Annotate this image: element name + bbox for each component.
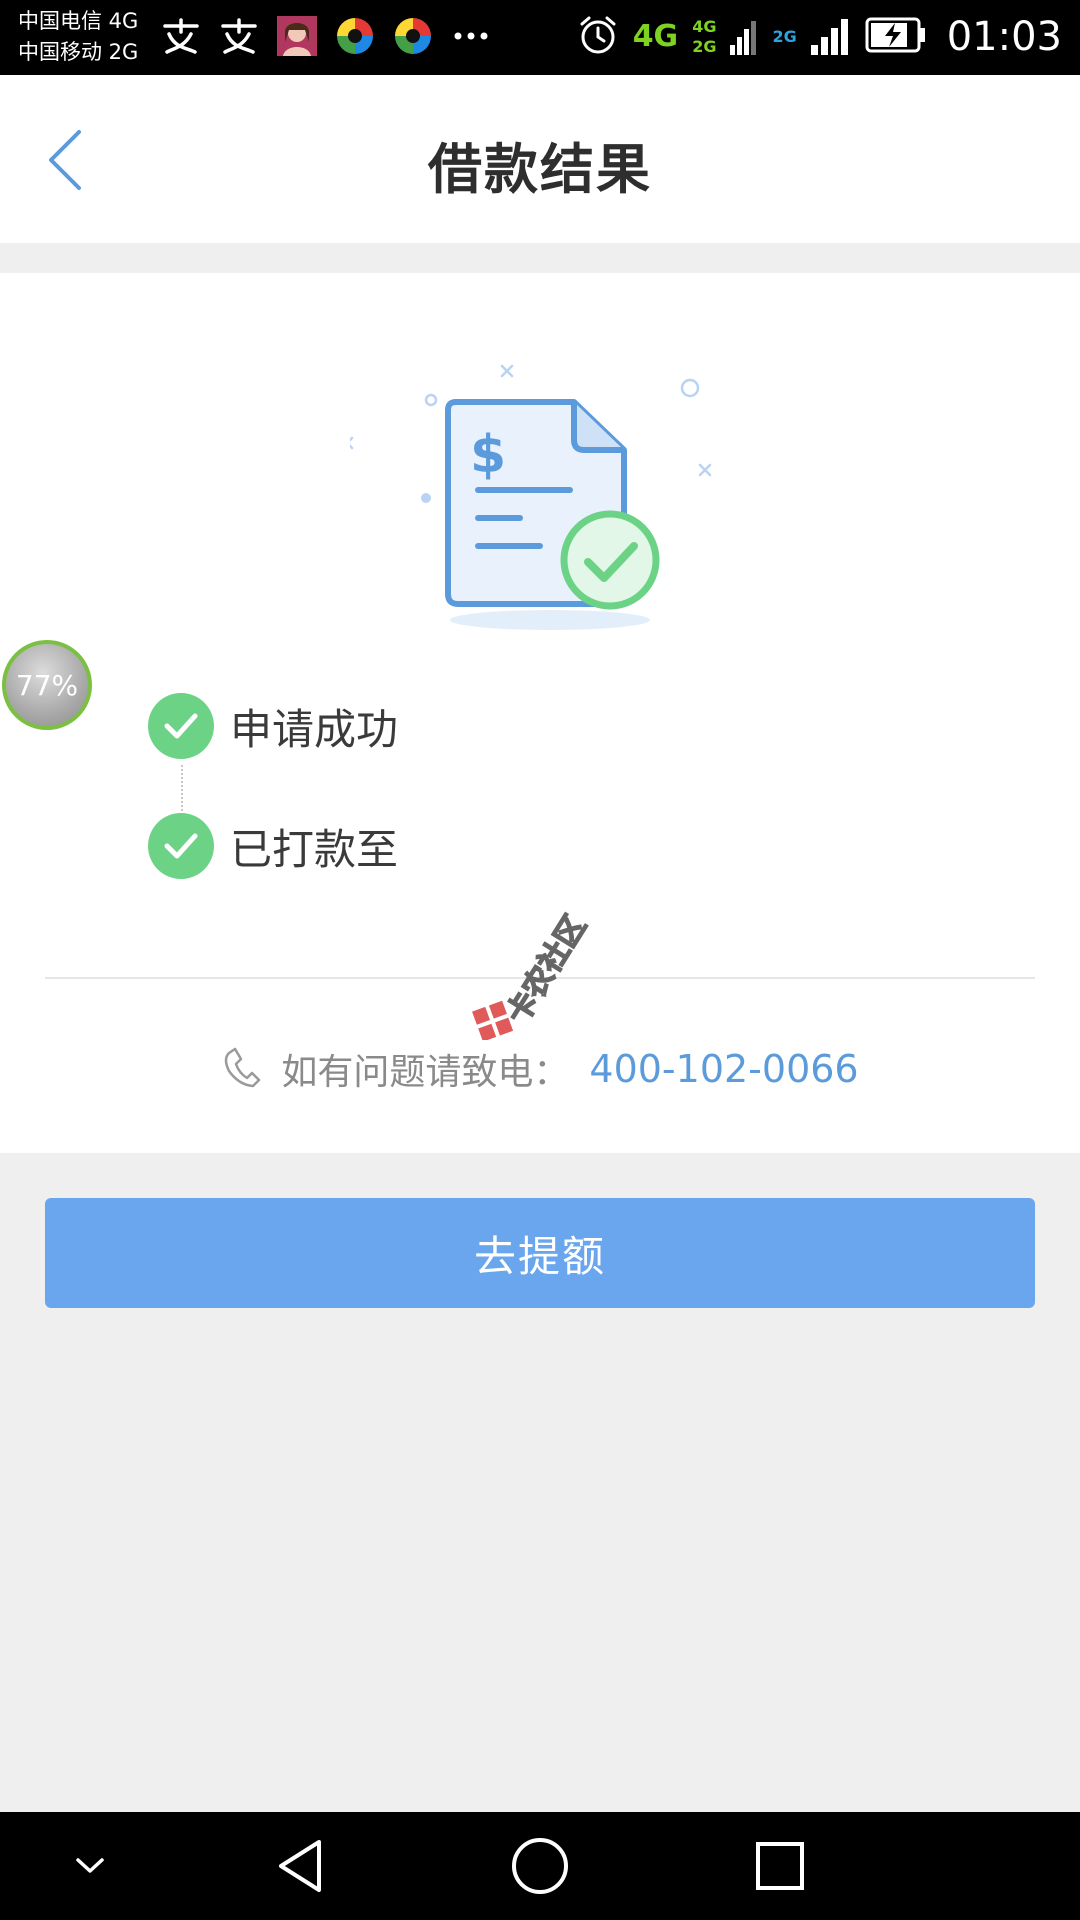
battery-icon (865, 17, 927, 57)
loan-document-icon: $ (350, 364, 712, 630)
circle-home-icon (512, 1838, 568, 1894)
nav-back-button[interactable] (240, 1812, 360, 1920)
chevron-down-icon (76, 1858, 104, 1873)
contact-phone-link[interactable]: 400-102-0066 (589, 1047, 858, 1091)
step-paid: 已打款至 (148, 813, 398, 879)
signal-sim2-icon (810, 15, 851, 59)
avatar-icon (276, 14, 318, 58)
network-sim1: 4G 2G (692, 17, 717, 56)
step-label: 申请成功 (230, 704, 399, 754)
page-title: 借款结果 (428, 138, 652, 201)
status-right: 4G 4G 2G 2G 01:03 (577, 8, 1062, 66)
header: 借款结果 (0, 75, 1080, 243)
nav-hide-button[interactable] (30, 1812, 150, 1920)
screen: 中国电信 4G 中国移动 2G 4G 4G 2G 2G 01:03 借款结果 $… (0, 0, 1080, 1920)
floating-badge[interactable]: 77% (2, 640, 92, 730)
status-bar: 中国电信 4G 中国移动 2G 4G 4G 2G 2G 01:03 (0, 0, 1080, 75)
nav-home-button[interactable] (480, 1812, 600, 1920)
triangle-back-icon (279, 1840, 321, 1892)
svg-text:$: $ (470, 425, 506, 485)
app-ball-icon (392, 14, 434, 58)
network-sim2: 2G (772, 27, 797, 46)
navigation-bar (0, 1812, 1080, 1920)
raise-limit-button[interactable]: 去提额 (45, 1198, 1035, 1308)
step-connector (181, 765, 183, 815)
alarm-icon (577, 14, 619, 60)
more-icon (450, 14, 492, 58)
contact-text: 如有问题请致电： (281, 1052, 570, 1093)
alipay-icon (160, 14, 202, 58)
network-4g: 4G (632, 19, 679, 54)
carrier-1: 中国电信 4G (18, 9, 139, 33)
clock: 01:03 (946, 14, 1062, 60)
notification-icons (160, 14, 492, 58)
step-applied: 申请成功 (148, 693, 398, 759)
step-label: 已打款至 (230, 824, 399, 874)
app-ball-icon (334, 14, 376, 58)
nav-recents-button[interactable] (720, 1812, 840, 1920)
signal-sim1-icon (730, 15, 758, 59)
phone-icon (221, 1045, 261, 1093)
square-recents-icon (756, 1842, 804, 1890)
contact-line: 如有问题请致电： 400-102-0066 (0, 1043, 1080, 1095)
watermark-logo-icon: 卡农社区 (472, 909, 594, 1040)
check-icon (148, 813, 214, 879)
alipay-icon (218, 14, 260, 58)
check-icon (148, 693, 214, 759)
carrier-2: 中国移动 2G (18, 40, 139, 64)
badge-value: 77% (15, 668, 79, 702)
carrier-info: 中国电信 4G 中国移动 2G (18, 6, 138, 68)
watermark-text: 卡农社区 (500, 910, 593, 1030)
